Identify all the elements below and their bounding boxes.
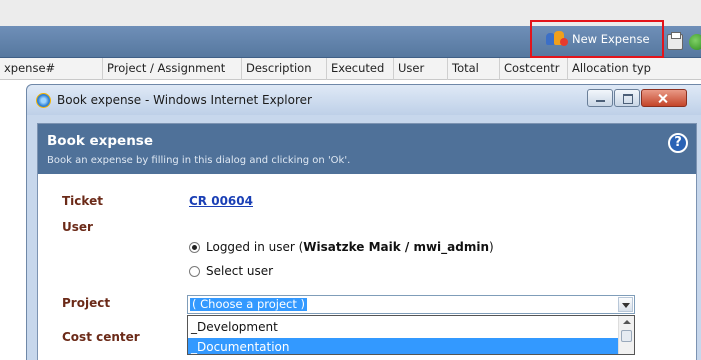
project-dropdown-list: _Development _Documentation	[187, 315, 635, 355]
dialog-subtitle: Book an expense by filling in this dialo…	[47, 155, 351, 166]
project-selected-value: ( Choose a project )	[190, 297, 308, 311]
cost-center-label: Cost center	[62, 330, 140, 344]
logged-in-suffix: )	[489, 240, 494, 254]
green-icon[interactable]	[689, 34, 701, 50]
ticket-link[interactable]: CR 00604	[189, 194, 253, 208]
project-option-documentation[interactable]: _Documentation	[188, 338, 620, 354]
printer-icon[interactable]	[667, 32, 683, 50]
scroll-thumb[interactable]	[621, 330, 632, 342]
project-option-development[interactable]: _Development	[188, 318, 620, 336]
col-user[interactable]: User	[394, 58, 448, 80]
select-user-label: Select user	[206, 264, 274, 278]
logged-in-user-option[interactable]: Logged in user (Wisatzke Maik / mwi_admi…	[189, 240, 494, 254]
ie-icon	[36, 93, 51, 108]
help-icon[interactable]: ?	[668, 133, 688, 153]
dropdown-scrollbar[interactable]	[618, 316, 634, 354]
dialog-banner: Book expense Book an expense by filling …	[38, 124, 696, 174]
new-expense-button[interactable]: New Expense	[530, 20, 664, 58]
col-costcentr[interactable]: Costcentr	[500, 58, 568, 80]
select-user-radio[interactable]	[189, 265, 200, 277]
close-button[interactable]	[641, 89, 687, 107]
maximize-button[interactable]	[614, 89, 640, 107]
chevron-down-icon[interactable]	[618, 297, 633, 312]
col-project-assignment[interactable]: Project / Assignment	[103, 58, 242, 80]
window-title-bar[interactable]: Book expense - Windows Internet Explorer	[27, 85, 701, 115]
col-expense-number[interactable]: xpense#	[0, 58, 103, 80]
ticket-label: Ticket	[62, 194, 103, 208]
logged-in-user-radio[interactable]	[189, 241, 200, 253]
user-label: User	[62, 220, 93, 234]
logged-in-prefix: Logged in user (	[206, 240, 304, 254]
col-allocation-type[interactable]: Allocation typ	[568, 58, 701, 80]
window-title: Book expense - Windows Internet Explorer	[57, 93, 312, 107]
project-select[interactable]: ( Choose a project )	[187, 295, 635, 314]
column-header: xpense# Project / Assignment Description…	[0, 58, 701, 80]
select-user-option[interactable]: Select user	[189, 264, 273, 278]
dialog-title: Book expense	[47, 133, 154, 149]
col-description[interactable]: Description	[242, 58, 327, 80]
scroll-up-icon[interactable]	[623, 320, 631, 324]
col-total[interactable]: Total	[448, 58, 500, 80]
new-expense-label: New Expense	[572, 32, 650, 46]
logged-in-user-name: Wisatzke Maik / mwi_admin	[303, 240, 490, 254]
minimize-button[interactable]	[587, 89, 613, 107]
new-expense-icon	[546, 31, 568, 47]
project-label: Project	[62, 296, 111, 310]
col-executed[interactable]: Executed	[327, 58, 394, 80]
